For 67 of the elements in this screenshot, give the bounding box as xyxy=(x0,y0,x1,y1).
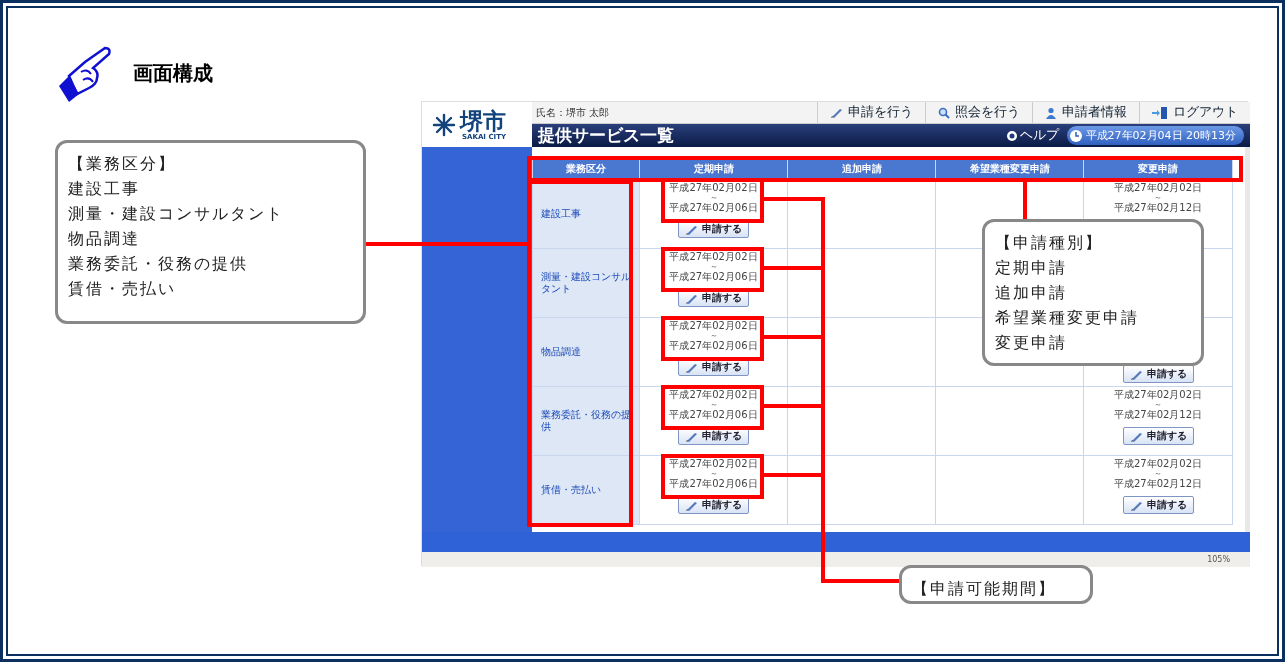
nav-link[interactable]: 申請を行う xyxy=(817,102,925,123)
date-text: 平成27年02月12日 xyxy=(1113,478,1203,489)
tilde-text: ～ xyxy=(709,262,718,271)
user-name: 氏名：堺市 太郎 xyxy=(536,105,611,120)
category-link[interactable]: 物品調達 xyxy=(535,346,637,358)
callout-text: 定期申請 xyxy=(995,257,1068,279)
search-icon xyxy=(938,106,950,119)
date-text: 平成27年02月02日 xyxy=(669,182,758,193)
pencil-icon xyxy=(685,499,698,511)
callout-text: 【業務区分】 xyxy=(68,153,177,175)
city-emblem-icon xyxy=(432,112,456,137)
callout-text: 賃借・売払い xyxy=(68,278,177,300)
date-text: 平成27年02月02日 xyxy=(669,389,758,400)
tilde-text: ～ xyxy=(709,331,718,340)
apply-button[interactable]: 申請する xyxy=(1122,496,1194,514)
date-text: 平成27年02月06日 xyxy=(669,478,758,489)
tilde-text: ～ xyxy=(1154,400,1162,409)
callout-text: 追加申請 xyxy=(995,282,1068,304)
date-text: 平成27年02月02日 xyxy=(669,458,758,469)
nav-link[interactable]: ログアウト xyxy=(1139,102,1250,123)
date-text: 平成27年02月02日 xyxy=(1113,389,1203,400)
pencil-icon xyxy=(685,430,698,442)
tilde-text: ～ xyxy=(709,400,718,409)
date-text: 平成27年02月02日 xyxy=(669,251,758,262)
callout-text: 【申請種別】 xyxy=(995,232,1104,254)
pencil-icon xyxy=(685,361,698,373)
pencil-icon xyxy=(685,223,698,235)
person-icon xyxy=(1045,106,1057,119)
callout-text: 希望業種変更申請 xyxy=(995,307,1140,329)
tilde-text: ～ xyxy=(1154,469,1162,478)
category-link[interactable]: 賃借・売払い xyxy=(535,484,637,496)
pencil-icon xyxy=(1129,368,1143,380)
date-text: 平成27年02月06日 xyxy=(669,271,758,282)
callout-text: 変更申請 xyxy=(995,332,1068,354)
page-heading: 画面構成 xyxy=(133,60,213,87)
callout-text: 【申請可能期間】 xyxy=(912,578,1057,600)
nav-link[interactable]: 申請者情報 xyxy=(1032,102,1139,123)
date-text: 平成27年02月06日 xyxy=(669,340,758,351)
tilde-text: ～ xyxy=(1154,193,1162,202)
zoom-level[interactable]: 105% xyxy=(1207,555,1230,564)
logo-text: 堺市 xyxy=(460,108,506,133)
category-link[interactable]: 建設工事 xyxy=(535,208,637,220)
pencil-icon xyxy=(685,292,698,304)
date-text: 平成27年02月02日 xyxy=(1113,458,1203,469)
date-text: 平成27年02月02日 xyxy=(669,320,758,331)
datetime-display: 平成27年02月04日 20時13分 xyxy=(1066,126,1244,145)
apply-button[interactable]: 申請する xyxy=(1122,427,1194,445)
callout-text: 業務委託・役務の提供 xyxy=(68,253,249,275)
nav-link[interactable]: 照会を行う xyxy=(925,102,1032,123)
callout-text: 測量・建設コンサルタント xyxy=(68,203,285,225)
tilde-text: ～ xyxy=(709,193,718,202)
logout-icon xyxy=(1152,106,1168,119)
date-text: 平成27年02月12日 xyxy=(1113,202,1203,213)
date-text: 平成27年02月06日 xyxy=(669,409,758,420)
tilde-text: ～ xyxy=(709,469,718,478)
clock-icon xyxy=(1069,129,1082,142)
date-text: 平成27年02月12日 xyxy=(1113,409,1203,420)
screen-title: 提供サービス一覧 xyxy=(538,124,675,147)
callout-text: 建設工事 xyxy=(68,178,141,200)
help-link[interactable]: ヘルプ xyxy=(1006,127,1059,144)
date-text: 平成27年02月02日 xyxy=(1113,182,1203,193)
date-text: 平成27年02月06日 xyxy=(669,202,758,213)
pencil-icon xyxy=(1129,499,1143,511)
callout-text: 物品調達 xyxy=(68,228,141,250)
pencil-icon xyxy=(1129,430,1143,442)
pencil-icon xyxy=(830,107,843,118)
help-icon xyxy=(1006,130,1017,141)
